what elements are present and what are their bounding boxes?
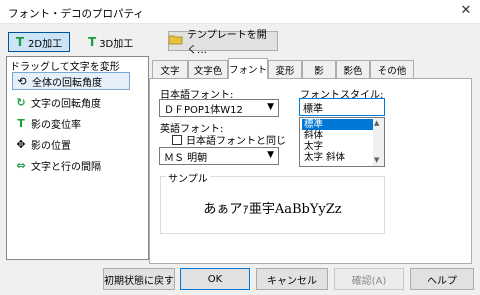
help-button[interactable]: ヘルプ <box>410 268 474 290</box>
style-option-italic[interactable]: 斜体 <box>302 130 374 141</box>
rotate-icon: ⟲ <box>17 74 27 88</box>
left-item-label: 文字の回転角度 <box>31 98 101 110</box>
open-template-button[interactable]: テンプレートを開く… <box>168 30 278 56</box>
en-font-value: ＭＳ 明朝 <box>164 152 208 164</box>
char-rotate-icon: ↻ <box>16 95 26 109</box>
font-style-list[interactable]: 標準 斜体 太字 太字 斜体 ▲ ▼ <box>299 117 385 167</box>
sample-preview-text: あぁアｧ亜宇AaBbYyZz <box>203 202 342 217</box>
left-item-char-rotation[interactable]: ↻ 文字の回転角度 <box>12 93 130 111</box>
jp-font-select[interactable]: ＤＦPOP1体W12 ▼ <box>159 99 279 117</box>
scroll-down-icon[interactable]: ▼ <box>374 156 379 164</box>
same-as-jp-checkbox-row[interactable]: 日本語フォントと同じ <box>172 132 286 147</box>
same-as-jp-label: 日本語フォントと同じ <box>186 136 286 147</box>
scroll-up-icon[interactable]: ▲ <box>374 119 379 127</box>
sample-label: サンプル <box>166 170 210 185</box>
transform-list-header: ドラッグして文字を変形 <box>10 62 120 73</box>
tab-shadow-color[interactable]: 影色 <box>336 60 370 78</box>
left-item-shadow-offset[interactable]: T 影の変位率 <box>12 114 130 132</box>
left-item-shadow-position[interactable]: ✥ 影の位置 <box>12 135 130 153</box>
ok-button[interactable]: OK <box>180 268 250 290</box>
left-item-label: 文字と行の間隔 <box>31 161 101 173</box>
style-list-scrollbar[interactable]: ▲ ▼ <box>373 118 384 166</box>
tab-text[interactable]: 文字 <box>152 60 188 78</box>
t-2d-icon: T <box>15 35 25 49</box>
2d-process-label: 2D加工 <box>28 38 63 50</box>
2d-process-button[interactable]: T 2D加工 <box>8 32 70 52</box>
tab-other[interactable]: その他 <box>370 60 414 78</box>
style-option-regular[interactable]: 標準 <box>302 119 374 130</box>
en-font-select[interactable]: ＭＳ 明朝 ▼ <box>159 147 279 165</box>
t-3d-icon: T <box>88 35 97 49</box>
3d-process-button[interactable]: T 3D加工 <box>88 34 133 50</box>
shadow-offset-icon: T <box>17 116 25 130</box>
style-option-bold[interactable]: 太字 <box>302 141 374 152</box>
same-as-jp-checkbox[interactable] <box>172 134 182 145</box>
left-item-label: 全体の回転角度 <box>32 77 102 89</box>
chevron-down-icon: ▼ <box>267 150 274 160</box>
confirm-button[interactable]: 確認(A) <box>334 268 404 290</box>
3d-process-label: 3D加工 <box>99 38 134 50</box>
open-template-label: テンプレートを開く… <box>187 30 267 56</box>
left-item-spacing[interactable]: ⇔ 文字と行の間隔 <box>12 156 130 174</box>
spacing-icon: ⇔ <box>16 158 26 172</box>
chevron-down-icon: ▼ <box>267 102 274 112</box>
font-style-input[interactable]: 標準 <box>299 98 385 116</box>
left-item-label: 影の位置 <box>31 140 71 152</box>
style-option-bold-italic[interactable]: 太字 斜体 <box>302 152 374 163</box>
move-icon: ✥ <box>16 137 26 151</box>
reset-button[interactable]: 初期状態に戻す <box>103 268 175 290</box>
left-item-label: 影の変位率 <box>31 119 81 131</box>
tab-text-color[interactable]: 文字色 <box>188 60 228 78</box>
folder-icon <box>168 34 183 48</box>
left-item-total-rotation[interactable]: ⟲ 全体の回転角度 <box>12 72 130 90</box>
tab-shadow[interactable]: 影 <box>302 60 336 78</box>
cancel-button[interactable]: キャンセル <box>256 268 328 290</box>
tab-transform[interactable]: 変形 <box>268 60 302 78</box>
jp-font-value: ＤＦPOP1体W12 <box>164 104 243 116</box>
tab-font[interactable]: フォント <box>228 58 268 79</box>
window-title: フォント・デコのプロパティ <box>8 8 144 20</box>
close-button[interactable]: ✕ <box>458 3 474 19</box>
